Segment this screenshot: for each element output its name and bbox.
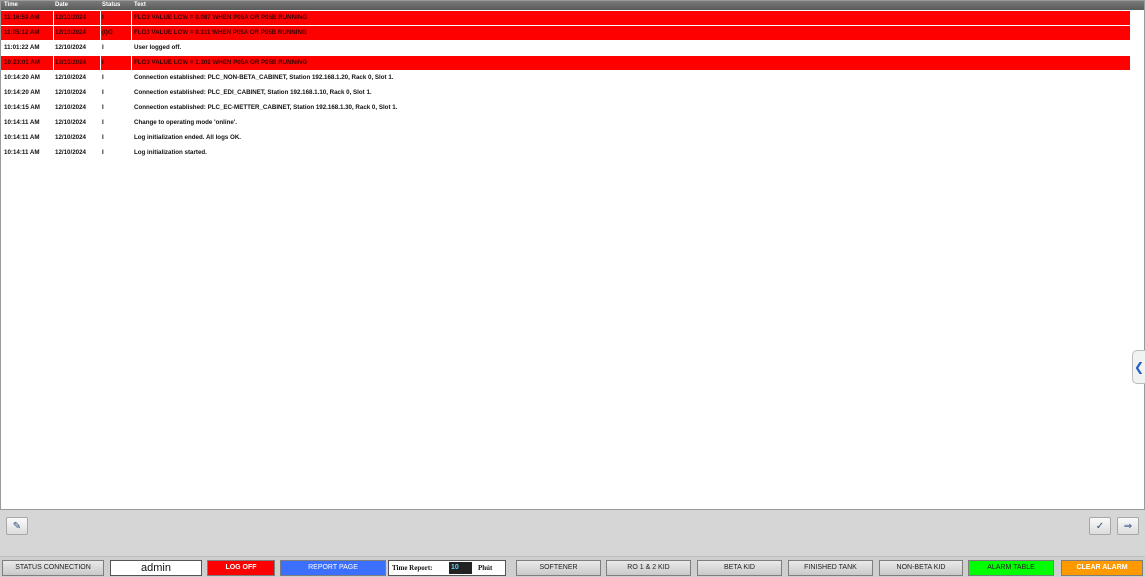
cell-date: 12/10/2024 bbox=[55, 11, 101, 25]
cell-date: 12/10/2024 bbox=[55, 89, 86, 96]
cell-status: I bbox=[102, 104, 104, 111]
cell-status: I bbox=[102, 119, 104, 126]
finished-tank-button[interactable]: FINISHED TANK bbox=[788, 560, 873, 576]
acknowledge-button[interactable]: ✓ bbox=[1089, 517, 1111, 535]
side-panel-toggle[interactable]: ❮ bbox=[1132, 350, 1145, 384]
cell-text: FLO3 VALUE LOW = 0.087 WHEN P05A OR P05B… bbox=[134, 14, 308, 21]
export-button[interactable]: ⇒ bbox=[1117, 517, 1139, 535]
time-report-unit: Phút bbox=[478, 564, 493, 572]
column-header-date[interactable]: Date bbox=[55, 1, 101, 10]
cell-status: I bbox=[102, 11, 132, 25]
cell-date: 12/10/2024 bbox=[55, 149, 86, 156]
bottom-navigation-bar: STATUS CONNECTION admin LOG OFF REPORT P… bbox=[0, 556, 1145, 577]
alarm-table-button[interactable]: ALARM TABLE bbox=[968, 560, 1054, 576]
time-report-field: Time Report: 10 Phút bbox=[388, 560, 506, 576]
log-off-button[interactable]: LOG OFF bbox=[207, 560, 275, 576]
cell-text: FLO3 VALUE LOW = 0.311 WHEN P05A OR P05B… bbox=[134, 29, 307, 36]
cell-date: 12/10/2024 bbox=[55, 44, 86, 51]
softener-button[interactable]: SOFTENER bbox=[516, 560, 601, 576]
cell-text: Connection established: PLC_EC-METTER_CA… bbox=[134, 104, 398, 111]
cell-time: 11:16:59 AM bbox=[4, 11, 54, 25]
cell-date: 12/10/2024 bbox=[55, 56, 101, 70]
cell-time: 10:23:01 AM bbox=[4, 56, 54, 70]
table-header: Time Date Status Text bbox=[1, 1, 1144, 10]
column-header-status[interactable]: Status bbox=[102, 1, 132, 10]
alarm-log-table[interactable]: Time Date Status Text 11:16:59 AM 12/10/2… bbox=[0, 0, 1145, 510]
cell-date: 12/10/2024 bbox=[55, 119, 86, 126]
cell-status: I bbox=[102, 74, 104, 81]
cell-text: Change to operating mode 'online'. bbox=[134, 119, 237, 126]
cell-status: I bbox=[102, 149, 104, 156]
non-beta-kid-button[interactable]: NON-BETA KID bbox=[879, 560, 963, 576]
table-row[interactable]: 10:14:20 AM 12/10/2024 I Connection establi… bbox=[1, 86, 1130, 100]
cell-status: I bbox=[102, 89, 104, 96]
table-row[interactable]: 10:14:20 AM 12/10/2024 I Connection establi… bbox=[1, 71, 1130, 85]
export-icon: ⇒ bbox=[1123, 520, 1133, 532]
cell-text: User logged off. bbox=[134, 44, 182, 51]
cell-time: 10:14:20 AM bbox=[4, 89, 40, 96]
table-row[interactable]: 10:14:11 AM 12/10/2024 I Log initialization… bbox=[1, 131, 1130, 145]
cell-text: Connection established: PLC_EDI_CABINET,… bbox=[134, 89, 372, 96]
cell-date: 12/10/2024 bbox=[55, 134, 86, 141]
cell-time: 10:14:11 AM bbox=[4, 149, 40, 156]
cell-time: 10:14:20 AM bbox=[4, 74, 40, 81]
cell-status: I bbox=[102, 44, 104, 51]
cell-date: 12/10/2024 bbox=[55, 74, 86, 81]
table-row[interactable]: 11:05:12 AM 12/10/2024 (I)O FLO3 VALUE LOW … bbox=[1, 26, 1130, 40]
status-connection-button[interactable]: STATUS CONNECTION bbox=[2, 560, 104, 576]
column-header-text[interactable]: Text bbox=[134, 1, 1124, 10]
cell-status: I bbox=[102, 56, 132, 70]
edit-list-icon: ✎ bbox=[12, 520, 22, 532]
alarm-log-screen: Time Date Status Text 11:16:59 AM 12/10/2… bbox=[0, 0, 1145, 577]
chevron-left-icon: ❮ bbox=[1133, 360, 1145, 374]
table-row[interactable]: 11:16:59 AM 12/10/2024 I FLO3 VALUE LOW = 0… bbox=[1, 11, 1130, 25]
cell-text: Log initialization ended. All logs OK. bbox=[134, 134, 242, 141]
cell-time: 11:01:22 AM bbox=[4, 44, 40, 51]
table-row[interactable]: 10:14:11 AM 12/10/2024 I Change to operatin… bbox=[1, 116, 1130, 130]
cell-time: 10:14:11 AM bbox=[4, 134, 40, 141]
current-user-display: admin bbox=[110, 560, 202, 576]
clear-alarm-button[interactable]: CLEAR ALARM bbox=[1061, 560, 1143, 576]
cell-time: 11:05:12 AM bbox=[4, 26, 54, 40]
table-body: 11:16:59 AM 12/10/2024 I FLO3 VALUE LOW = 0… bbox=[1, 11, 1144, 161]
beta-kid-button[interactable]: BETA KID bbox=[697, 560, 782, 576]
time-report-input[interactable]: 10 bbox=[449, 562, 472, 574]
table-row[interactable]: 10:23:01 AM 12/10/2024 I FLO3 VALUE LOW = 1… bbox=[1, 56, 1130, 70]
cell-status: (I)O bbox=[102, 26, 132, 40]
ro-1-2-kid-button[interactable]: RO 1 & 2 KID bbox=[606, 560, 691, 576]
cell-time: 10:14:11 AM bbox=[4, 119, 40, 126]
cell-text: Log initialization started. bbox=[134, 149, 207, 156]
acknowledge-icon: ✓ bbox=[1095, 520, 1105, 532]
cell-time: 10:14:15 AM bbox=[4, 104, 40, 111]
cell-text: FLO3 VALUE LOW = 1.302 WHEN P05A OR P05B… bbox=[134, 59, 308, 66]
cell-text: Connection established: PLC_NON-BETA_CAB… bbox=[134, 74, 394, 81]
column-header-time[interactable]: Time bbox=[4, 1, 54, 10]
report-page-button[interactable]: REPORT PAGE bbox=[280, 560, 386, 576]
table-row[interactable]: 10:14:11 AM 12/10/2024 I Log initialization… bbox=[1, 146, 1130, 160]
time-report-label: Time Report: bbox=[392, 564, 433, 572]
cell-date: 12/10/2024 bbox=[55, 104, 86, 111]
table-row[interactable]: 10:14:15 AM 12/10/2024 I Connection establi… bbox=[1, 101, 1130, 115]
table-row[interactable]: 11:01:22 AM 12/10/2024 I User logged off. bbox=[1, 41, 1130, 55]
cell-date: 12/10/2024 bbox=[55, 26, 101, 40]
log-edit-button[interactable]: ✎ bbox=[6, 517, 28, 535]
cell-status: I bbox=[102, 134, 104, 141]
